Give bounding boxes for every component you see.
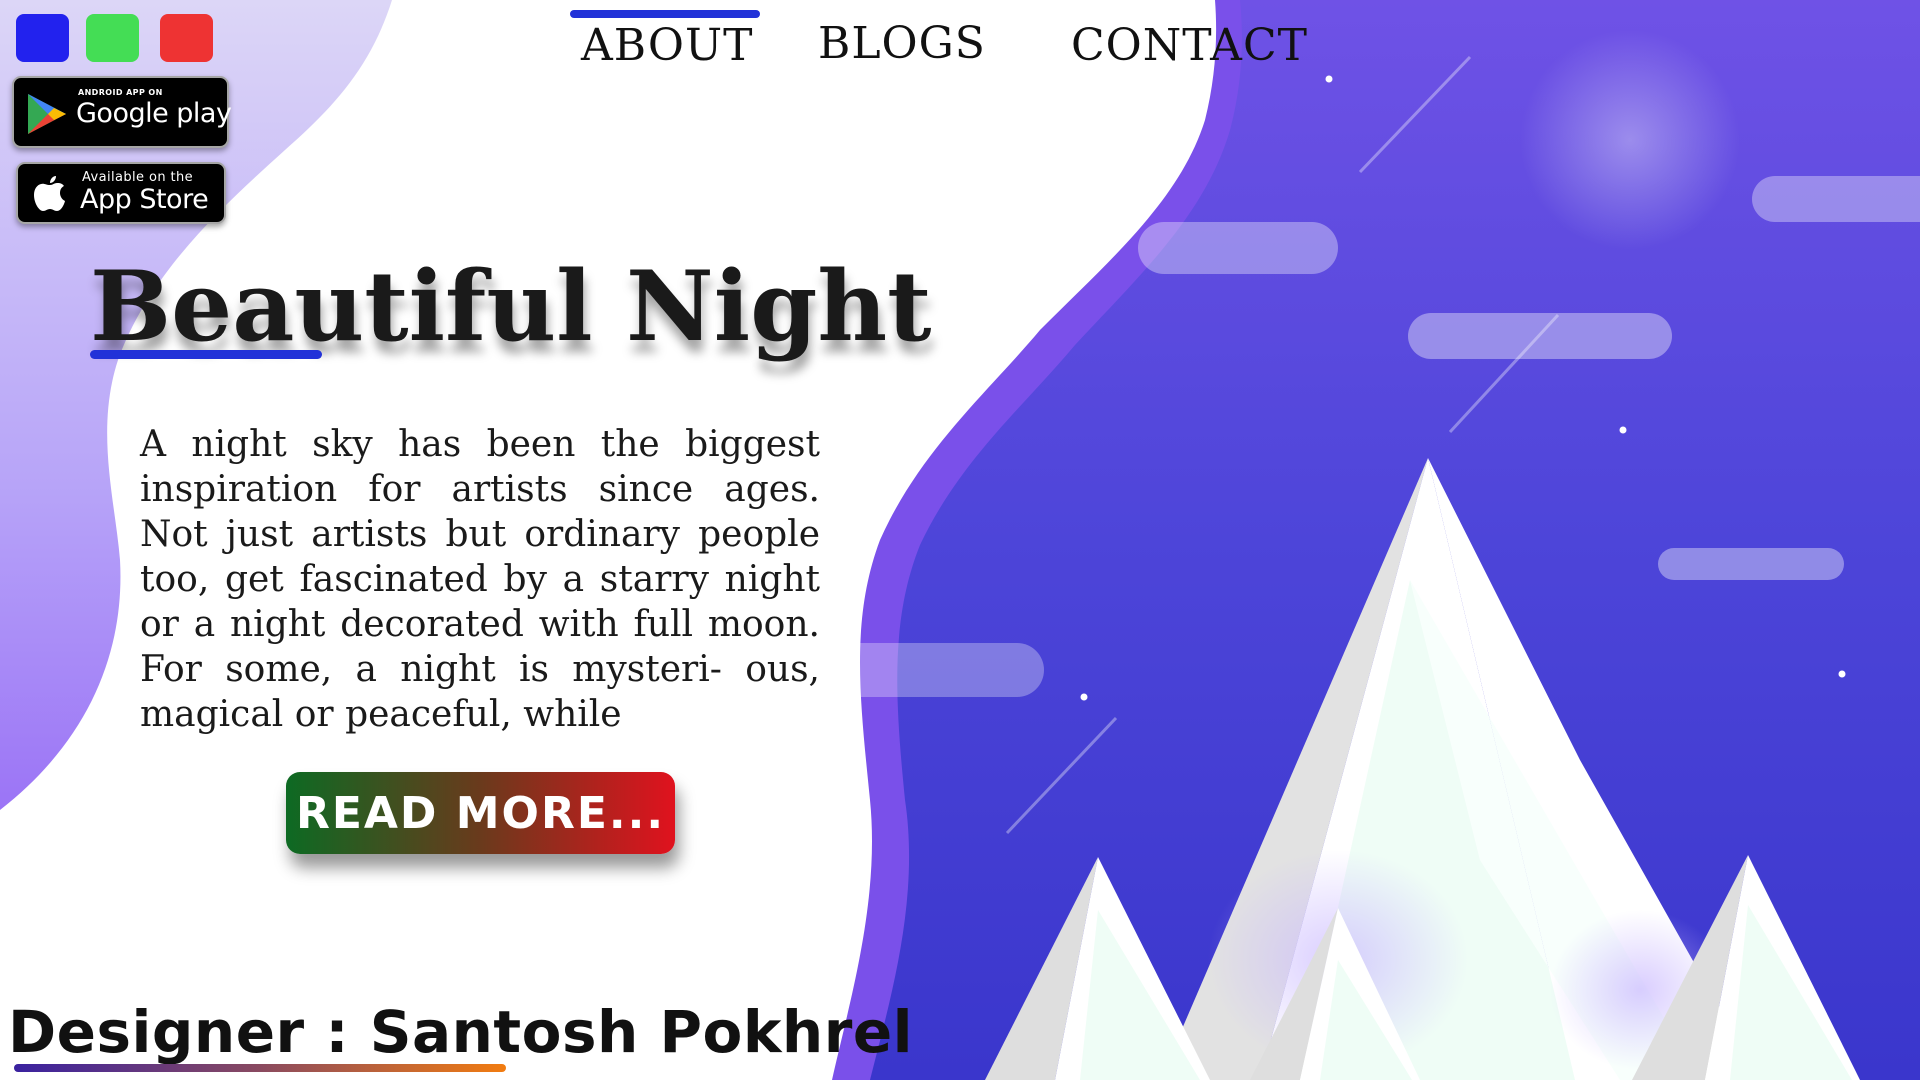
- theme-color-swatch[interactable]: [86, 14, 139, 62]
- moon-glow: [1520, 30, 1740, 250]
- app-store-big-label: App Store: [80, 184, 209, 215]
- hero-title-underline: [90, 350, 322, 359]
- designer-underline: [14, 1064, 506, 1072]
- nav-contact[interactable]: CONTACT: [1071, 20, 1308, 71]
- read-more-button[interactable]: READ MORE...: [286, 772, 675, 854]
- hero-body-text: A night sky has been the biggest inspira…: [140, 424, 820, 735]
- google-play-badge[interactable]: ANDROID APP ON Google play: [12, 76, 232, 148]
- nav-about[interactable]: ABOUT: [581, 20, 753, 71]
- play-store-icon: [28, 94, 66, 134]
- nav-blogs[interactable]: BLOGS: [818, 18, 986, 69]
- hero-title: Beautiful Night: [90, 250, 932, 363]
- designer-credit: Designer : Santosh Pokhrel: [8, 998, 914, 1066]
- google-play-big-label: Google play: [76, 98, 232, 129]
- theme-color-swatch[interactable]: [160, 14, 213, 62]
- google-play-small-label: ANDROID APP ON: [78, 88, 163, 97]
- app-store-badge[interactable]: Available on the App Store: [16, 162, 226, 224]
- nav-active-indicator: [570, 10, 760, 18]
- theme-color-swatch[interactable]: [16, 14, 69, 62]
- app-store-small-label: Available on the: [82, 170, 194, 185]
- apple-icon: [34, 176, 65, 211]
